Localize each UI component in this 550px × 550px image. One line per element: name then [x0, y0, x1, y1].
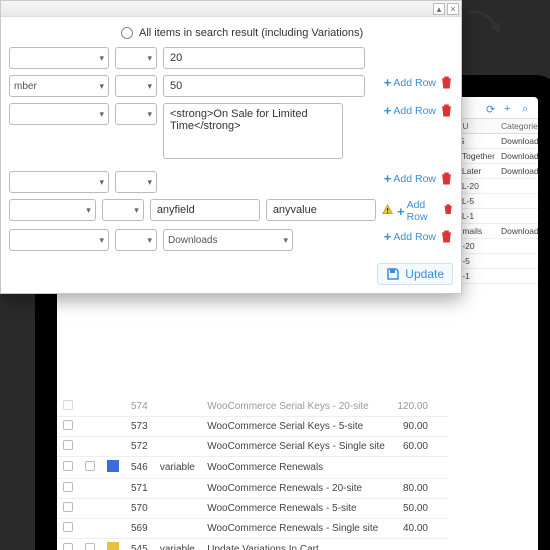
table-row[interactable]: 572 WooCommerce Serial Keys - Single sit…: [57, 437, 448, 457]
chevron-down-icon: ▾: [99, 81, 104, 92]
category-select[interactable]: Downloads▾: [163, 229, 293, 251]
chevron-down-icon: ▾: [99, 177, 104, 188]
chevron-down-icon: ▾: [99, 53, 104, 64]
bulk-edit-dialog: ▴ × All items in search result (includin…: [0, 0, 462, 294]
plus-icon[interactable]: +: [504, 103, 516, 115]
field-select[interactable]: ▾: [9, 171, 109, 193]
update-button[interactable]: Update: [377, 263, 453, 285]
field-select[interactable]: mber ▾: [9, 75, 109, 97]
value-input[interactable]: 20: [163, 47, 365, 69]
chevron-down-icon: ▾: [147, 81, 152, 92]
edit-row: ▾ ▾ <strong>On Sale for Limited Time</st…: [9, 103, 453, 159]
plus-icon: +: [384, 171, 392, 186]
chevron-down-icon: ▾: [99, 109, 104, 120]
edit-row: ▾ ▾ +Add Row: [9, 171, 453, 193]
field-select-label: mber: [14, 81, 37, 92]
refresh-icon[interactable]: ⟳: [486, 103, 498, 115]
field-value-input[interactable]: anyvalue: [266, 199, 376, 221]
collapse-button[interactable]: ▴: [433, 3, 445, 15]
field-name-input[interactable]: anyfield: [150, 199, 260, 221]
table-row[interactable]: 571 WooCommerce Renewals - 20-site 80.00: [57, 479, 448, 499]
table-row[interactable]: 569 WooCommerce Renewals - Single site 4…: [57, 519, 448, 539]
edit-row: ▾ ▾ Downloads▾ +Add Row: [9, 229, 453, 251]
table-row[interactable]: 546 variable WooCommerce Renewals: [57, 457, 448, 479]
operator-select[interactable]: ▾: [115, 47, 157, 69]
value-textarea[interactable]: <strong>On Sale for Limited Time</strong…: [163, 103, 343, 159]
plus-icon: +: [384, 75, 392, 90]
plus-icon: +: [384, 103, 392, 118]
delete-row-button[interactable]: [440, 104, 453, 118]
chevron-down-icon: ▾: [99, 235, 104, 246]
add-row-button[interactable]: +Add Row: [397, 199, 439, 223]
delete-row-button[interactable]: [440, 230, 453, 244]
delete-row-button[interactable]: [440, 76, 453, 90]
chevron-down-icon: ▾: [147, 235, 152, 246]
dialog-titlebar: ▴ ×: [1, 1, 461, 17]
warning-icon: [382, 204, 393, 218]
field-select[interactable]: ▾: [9, 199, 96, 221]
add-row-button[interactable]: +Add Row: [384, 171, 436, 186]
add-row-button[interactable]: +Add Row: [384, 75, 436, 90]
field-select[interactable]: ▾: [9, 47, 109, 69]
close-button[interactable]: ×: [447, 3, 459, 15]
operator-select[interactable]: ▾: [102, 199, 144, 221]
chevron-down-icon: ▾: [147, 53, 152, 64]
operator-select[interactable]: ▾: [115, 75, 157, 97]
add-row-button[interactable]: +Add Row: [384, 229, 436, 244]
field-select[interactable]: ▾: [9, 229, 109, 251]
table-row[interactable]: 573 WooCommerce Serial Keys - 5-site 90.…: [57, 417, 448, 437]
col-categories[interactable]: Categories: [498, 119, 538, 134]
operator-select[interactable]: ▾: [115, 229, 157, 251]
table-row[interactable]: 545 variable Update Variations In Cart: [57, 539, 448, 550]
table-row[interactable]: 574 WooCommerce Serial Keys - 20-site 12…: [57, 397, 448, 417]
plus-icon: +: [384, 229, 392, 244]
add-row-button[interactable]: +Add Row: [384, 103, 436, 118]
chevron-down-icon: ▾: [283, 235, 288, 246]
operator-select[interactable]: ▾: [115, 171, 157, 193]
product-table: 574 WooCommerce Serial Keys - 20-site 12…: [57, 397, 448, 550]
delete-row-button[interactable]: [443, 204, 453, 218]
operator-select[interactable]: ▾: [115, 103, 157, 125]
radio-all-items[interactable]: [121, 27, 133, 39]
chevron-down-icon: ▾: [134, 205, 139, 216]
value-input[interactable]: 50: [163, 75, 365, 97]
radio-all-items-label: All items in search result (including Va…: [139, 27, 363, 39]
edit-row: mber ▾ ▾ 50 +Add Row: [9, 75, 453, 97]
field-select[interactable]: ▾: [9, 103, 109, 125]
plus-icon: +: [397, 204, 405, 219]
chevron-down-icon: ▾: [147, 177, 152, 188]
save-icon: [386, 267, 400, 281]
table-row[interactable]: 570 WooCommerce Renewals - 5-site 50.00: [57, 499, 448, 519]
search-icon[interactable]: ⌕: [522, 103, 534, 115]
chevron-down-icon: ▾: [147, 109, 152, 120]
edit-row: ▾ ▾ 20: [9, 47, 453, 69]
edit-row: ▾ ▾ anyfield anyvalue +Add Row: [9, 199, 453, 223]
delete-row-button[interactable]: [440, 172, 453, 186]
chevron-down-icon: ▾: [86, 205, 91, 216]
arrow-decoration: [465, 8, 505, 38]
